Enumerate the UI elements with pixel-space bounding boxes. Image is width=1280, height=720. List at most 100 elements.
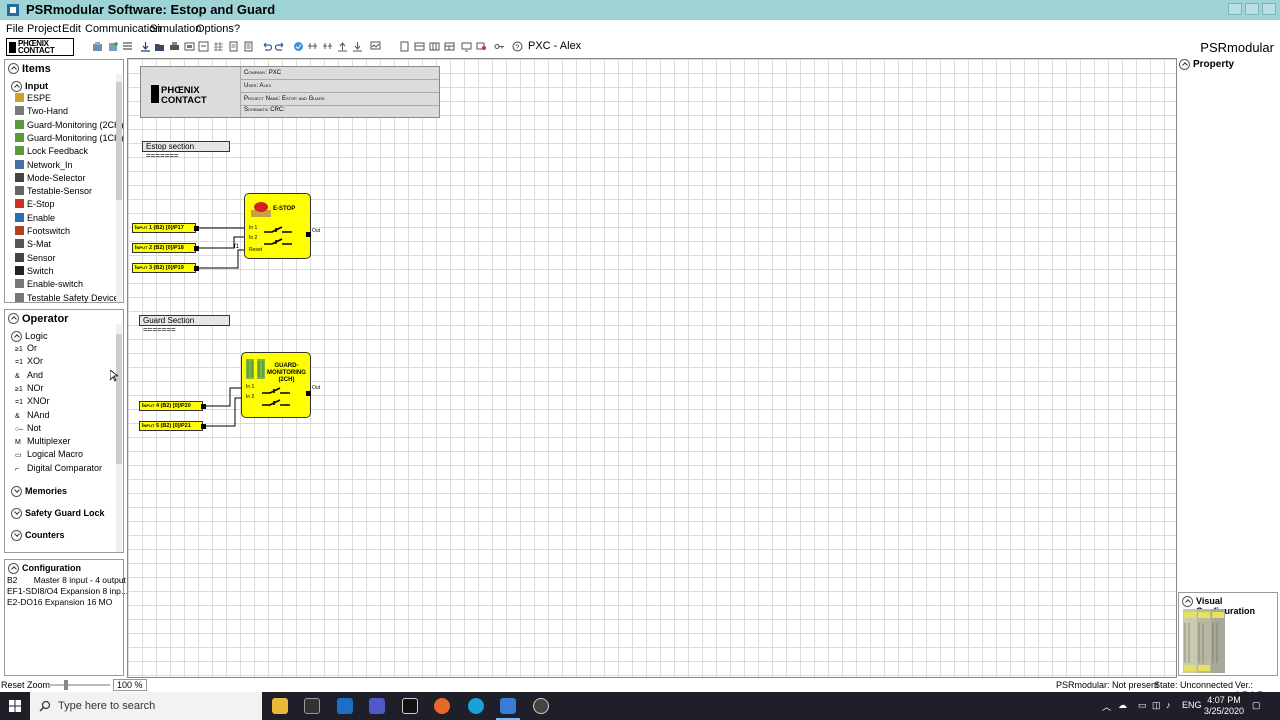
skype-icon[interactable] [468, 698, 484, 714]
expand-memories-icon[interactable] [11, 486, 22, 497]
operator-entry[interactable]: =1 XOr [15, 356, 43, 369]
title-block[interactable]: PHŒNIX CONTACT Company: PXC User: Alex P… [140, 66, 440, 118]
help-icon[interactable]: ? [512, 41, 523, 52]
item-entry[interactable]: Guard-Monitoring (2CH) [15, 119, 124, 133]
taskbar-clock[interactable]: 4:07 PM 3/25/2020 [1204, 695, 1244, 717]
battery-icon[interactable]: ▭ [1138, 700, 1147, 711]
item-entry[interactable]: Enable-switch [15, 279, 83, 292]
taskbar-search-box[interactable]: Type here to search [30, 692, 262, 720]
item-entry[interactable]: S-Mat [15, 239, 51, 252]
operator-entry[interactable]: ≥1 NOr [15, 383, 44, 396]
items-scrollbar[interactable] [116, 74, 122, 302]
collapse-configuration-icon[interactable] [8, 563, 19, 574]
collapse-visual-configuration-icon[interactable] [1182, 596, 1193, 607]
module-rack-image[interactable] [1183, 609, 1227, 673]
schematic-canvas[interactable]: PHŒNIX CONTACT Company: PXC User: Alex P… [127, 58, 1177, 678]
collapse-operator-icon[interactable] [8, 313, 19, 324]
item-entry[interactable]: Guard-Monitoring (1CH) [15, 132, 124, 146]
menu-project[interactable]: Project [27, 23, 61, 35]
expand-safety-guard-lock-icon[interactable] [11, 508, 22, 519]
expand-counters-icon[interactable] [11, 530, 22, 541]
minimize-button[interactable] [1228, 3, 1242, 15]
memories-group-header[interactable]: Memories [25, 486, 67, 496]
operator-entry[interactable]: ≥1 Or [15, 343, 37, 356]
tray-chevron-icon[interactable]: ︿ [1102, 700, 1111, 713]
input-tag[interactable]: Input 5 (B2) [0]/P21 [139, 421, 206, 431]
export-icon[interactable] [198, 41, 209, 52]
open-folder-icon[interactable] [154, 41, 165, 52]
item-entry[interactable]: Enable [15, 212, 55, 226]
menu-options[interactable]: Options [196, 23, 234, 35]
chrome-icon[interactable] [533, 698, 549, 714]
menu-file[interactable]: File [6, 23, 24, 35]
print-preview-icon[interactable] [184, 41, 195, 52]
counters-group-header[interactable]: Counters [25, 530, 65, 540]
list-icon[interactable] [122, 41, 133, 52]
input-tag[interactable]: Input 2 (B2) [0]/P18 [132, 243, 199, 253]
item-entry[interactable]: ESPE [15, 93, 51, 106]
teams-icon[interactable] [369, 698, 385, 714]
item-entry[interactable]: Network_In [15, 159, 73, 173]
collapse-property-icon[interactable] [1179, 59, 1190, 70]
input-tag[interactable]: Input 3 (B2) [0]/P19 [132, 263, 199, 273]
item-entry[interactable]: E-Stop [15, 199, 55, 212]
config-row[interactable]: B2 Master 8 input - 4 output [7, 575, 126, 585]
config-row[interactable]: EF1-SDI8/O4 Expansion 8 inp... [7, 586, 128, 596]
notifications-icon[interactable]: ▢ [1252, 700, 1261, 711]
zoom-slider-thumb[interactable] [64, 680, 68, 690]
operator-entry[interactable]: ▭ Logical Macro [15, 449, 83, 462]
send-icon[interactable] [352, 41, 363, 52]
reset-zoom-link[interactable]: Reset Zoom [1, 680, 50, 690]
document-icon[interactable] [228, 41, 239, 52]
estop-block[interactable]: E-STOP In 1 In 2 Reset Out [244, 193, 320, 259]
table-icon[interactable] [414, 41, 425, 52]
page-icon[interactable] [399, 41, 410, 52]
key-icon[interactable] [494, 41, 505, 52]
input-tag[interactable]: Input 1 (B2) [0]/P17 [132, 223, 199, 233]
undo-icon[interactable] [261, 41, 272, 52]
menu-help[interactable]: ? [234, 23, 240, 35]
guard-monitoring-block[interactable]: GUARD- MONITORING (2CH) In 1 In 2 Out [241, 352, 320, 418]
item-entry[interactable]: Sensor [15, 252, 56, 266]
operator-scrollbar[interactable] [116, 324, 122, 552]
grid-icon[interactable] [213, 41, 224, 52]
estop-section-label[interactable]: Estop section ======= [142, 141, 230, 160]
safety-guard-lock-group-header[interactable]: Safety Guard Lock [25, 508, 105, 518]
item-entry[interactable]: Mode-Selector [15, 172, 86, 186]
operator-entry[interactable]: & NAnd [15, 410, 50, 423]
monitor-icon[interactable] [370, 41, 381, 52]
outlook-icon[interactable] [337, 698, 353, 714]
operator-entry[interactable]: ⌐ Digital Comparator [15, 463, 102, 476]
collapse-logic-icon[interactable] [11, 331, 22, 342]
redo-icon[interactable] [275, 41, 286, 52]
layout-icon[interactable] [444, 41, 455, 52]
item-entry[interactable]: Testable Safety Device [15, 292, 119, 306]
validate-icon[interactable] [293, 41, 304, 52]
disconnect-icon[interactable] [322, 41, 333, 52]
report-icon[interactable] [243, 41, 254, 52]
settings-icon[interactable] [476, 41, 487, 52]
cloud-icon[interactable]: ☁ [1118, 700, 1127, 711]
item-entry[interactable]: Footswitch [15, 226, 70, 239]
user-label[interactable]: PXC - Alex [528, 40, 581, 52]
collapse-items-icon[interactable] [8, 63, 19, 74]
firefox-icon[interactable] [434, 698, 450, 714]
file-explorer-icon[interactable] [272, 698, 288, 714]
new-project-icon[interactable] [92, 41, 103, 52]
item-entry[interactable]: Testable-Sensor [15, 186, 92, 199]
zoom-level[interactable]: 100 % [113, 679, 147, 691]
volume-icon[interactable]: ♪ [1166, 700, 1171, 710]
menu-edit[interactable]: Edit [62, 23, 81, 35]
windows-start-icon[interactable] [9, 700, 21, 712]
input-tag[interactable]: Input 4 (B2) [0]/P20 [139, 401, 206, 411]
item-entry[interactable]: Lock Feedback [15, 146, 88, 159]
close-button[interactable] [1262, 3, 1276, 15]
download-icon[interactable] [140, 41, 151, 52]
print-icon[interactable] [169, 41, 180, 52]
item-entry[interactable]: Two-Hand [15, 106, 68, 119]
config-row[interactable]: E2-DO16 Expansion 16 MO [7, 597, 112, 607]
columns-icon[interactable] [429, 41, 440, 52]
operator-entry[interactable]: M Multiplexer [15, 436, 71, 449]
operator-entry[interactable]: ○– Not [15, 423, 41, 436]
screen-icon[interactable] [461, 41, 472, 52]
